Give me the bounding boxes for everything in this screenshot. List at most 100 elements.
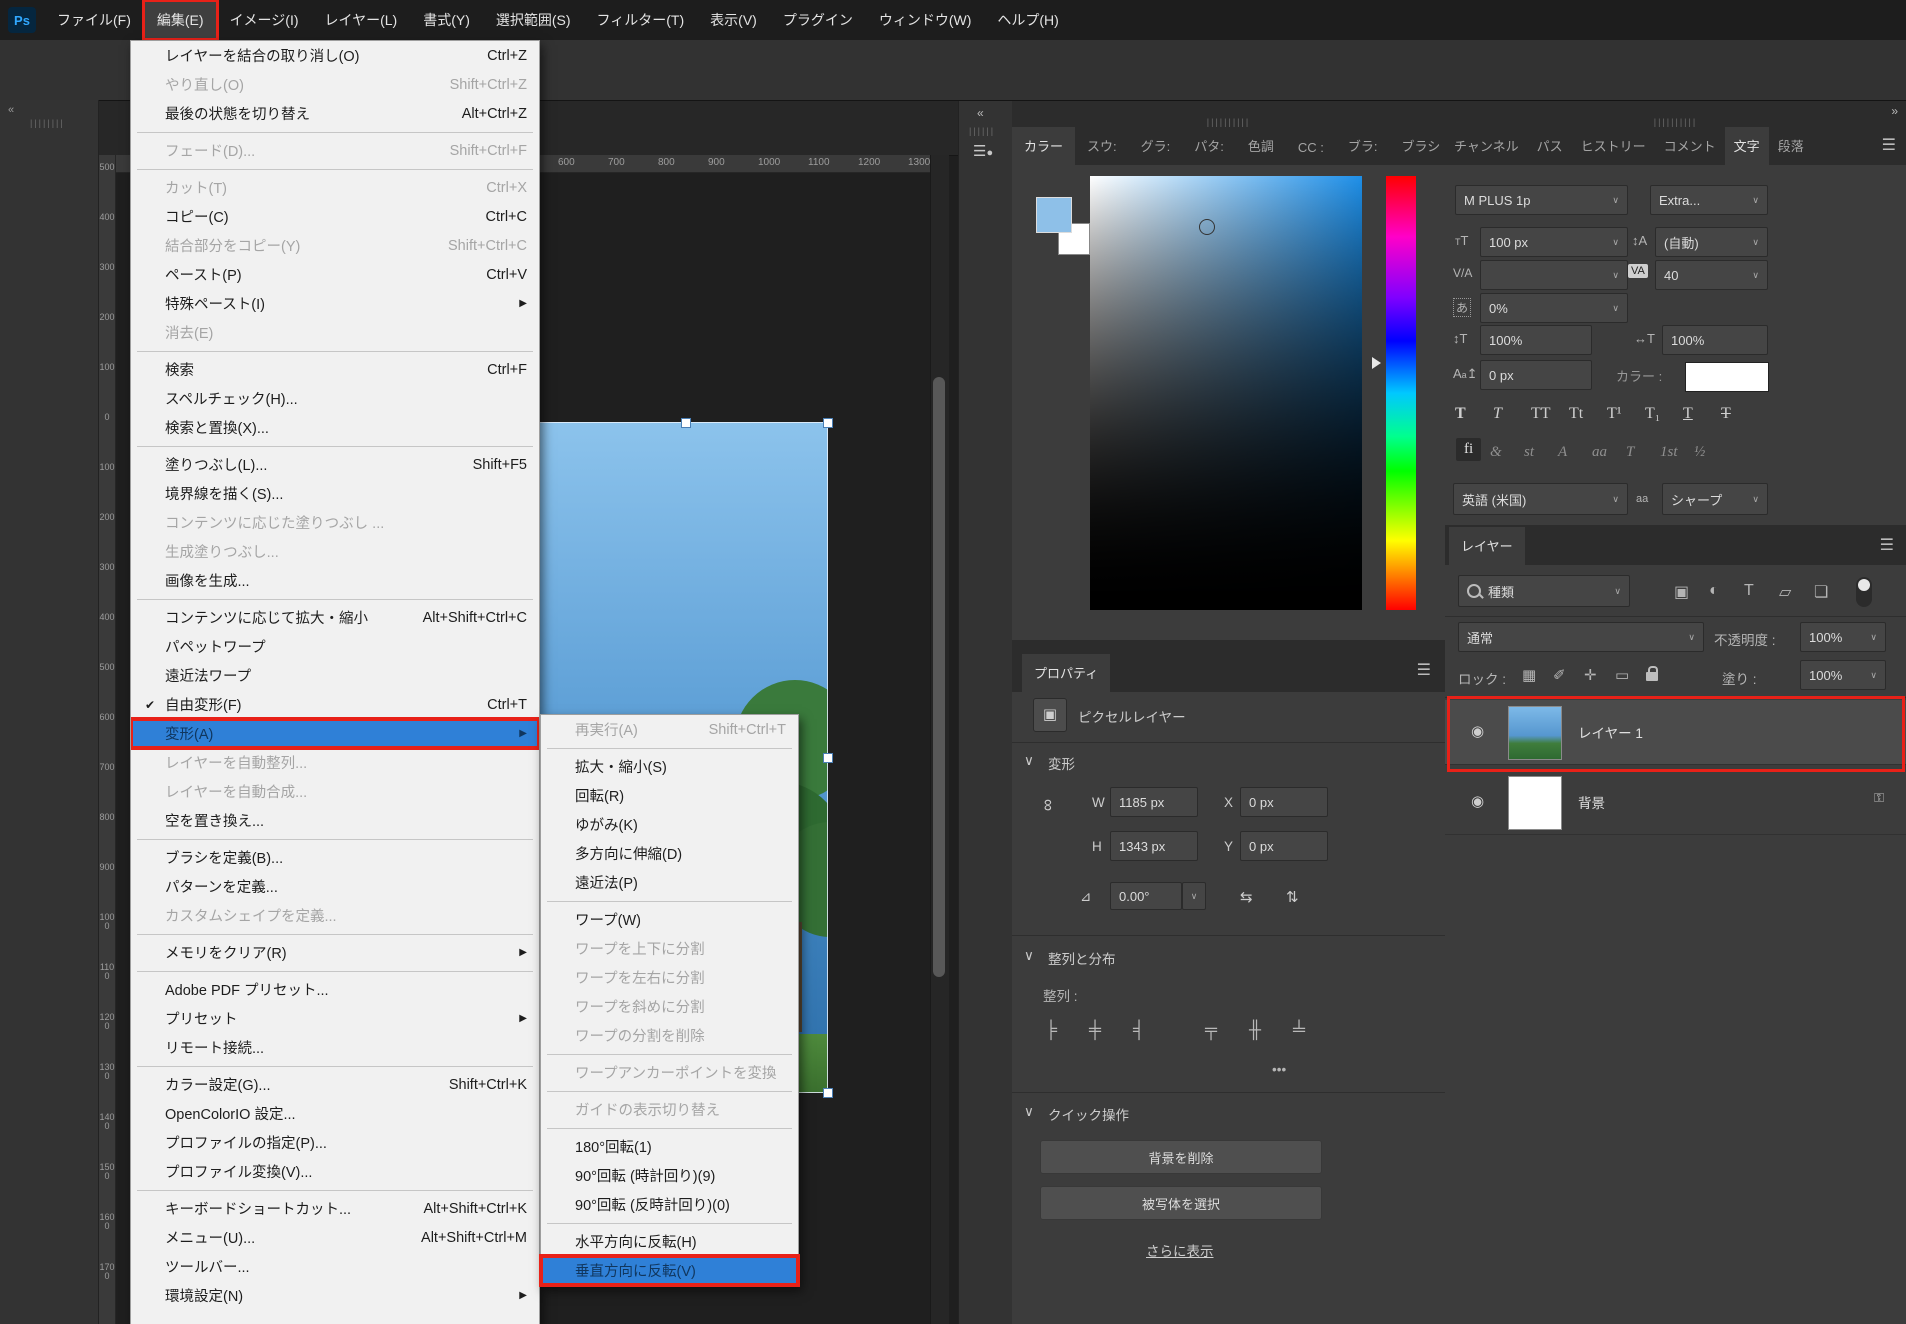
menubar-item[interactable]: ウィンドウ(W) [866,1,985,39]
hue-strip[interactable] [1386,176,1416,610]
menu-item[interactable]: 検索と置換(X)... [131,413,539,442]
menu-item[interactable]: レイヤーを自動合成... [131,777,539,806]
tab-グラ:[interactable]: グラ: [1129,127,1183,165]
text-style-italic-icon[interactable]: T [1493,405,1502,423]
menubar-item[interactable]: 書式(Y) [410,1,483,39]
menu-item[interactable]: 空を置き換え... [131,806,539,835]
menu-item[interactable]: 結合部分をコピー(Y)Shift+Ctrl+C [131,231,539,260]
menu-item[interactable]: 特殊ペースト(I)▶ [131,289,539,318]
menu-item[interactable]: ブラシを定義(B)... [131,843,539,872]
tracking-dropdown[interactable]: 40∨ [1655,260,1768,290]
menu-item[interactable]: OpenColorIO 設定... [131,1099,539,1128]
language-dropdown[interactable]: 英語 (米国)∨ [1453,483,1628,515]
tsume-dropdown[interactable]: 0%∨ [1480,293,1628,323]
menu-item[interactable]: 90°回転 (時計回り)(9) [541,1161,798,1190]
align-horizontal-centers-icon[interactable]: ╪ [1089,1020,1101,1040]
height-field[interactable]: 1343 px [1110,831,1198,861]
align-top-edges-icon[interactable]: ╤ [1205,1020,1217,1040]
antialias-dropdown[interactable]: シャープ∨ [1662,483,1768,515]
opentype-titling-icon[interactable]: T [1626,444,1634,461]
menu-item[interactable]: ツールバー... [131,1252,539,1281]
menu-item[interactable]: カット(T)Ctrl+X [131,173,539,202]
hue-slider-arrow[interactable] [1372,357,1381,369]
tab-文字[interactable]: 文字 [1725,127,1769,165]
tab-スウ:[interactable]: スウ: [1075,127,1129,165]
text-style-subscript-icon[interactable]: T₁ [1645,405,1660,423]
filter-toggle[interactable] [1856,577,1872,607]
menubar-item[interactable]: フィルター(T) [584,1,698,39]
tab-properties[interactable]: プロパティ [1022,654,1110,692]
layer-filter-dropdown[interactable]: 種類∨ [1458,575,1630,607]
tab-ヒストリー[interactable]: ヒストリー [1572,127,1655,165]
tab-layers[interactable]: レイヤー [1449,527,1525,565]
lock-position-icon[interactable]: ✛ [1584,666,1597,684]
x-field[interactable]: 0 px [1240,787,1328,817]
menu-item[interactable]: 水平方向に反転(H) [541,1227,798,1256]
color-panel-fg-swatch[interactable] [1036,197,1072,233]
panel-menu-icon[interactable]: ☰ [1882,135,1896,165]
transform-handle-right[interactable] [823,753,833,763]
menu-item[interactable]: 環境設定(N)▶ [131,1281,539,1310]
tab-ブラ:[interactable]: ブラ: [1336,127,1390,165]
menu-item[interactable]: 90°回転 (反時計回り)(0) [541,1190,798,1219]
menu-item[interactable]: レイヤーを自動整列... [131,748,539,777]
font-family-dropdown[interactable]: M PLUS 1p∨ [1455,185,1628,215]
opentype-fractions-icon[interactable]: ½ [1694,444,1705,461]
menu-item[interactable]: 消去(E) [131,318,539,347]
menu-item[interactable]: パペットワープ [131,632,539,661]
angle-dropdown[interactable]: ∨ [1182,882,1206,910]
blend-mode-dropdown[interactable]: 通常∨ [1458,622,1704,652]
menu-item[interactable]: やり直し(O)Shift+Ctrl+Z [131,70,539,99]
menu-item[interactable]: ワープを斜めに分割 [541,992,798,1021]
flip-horizontal-icon[interactable]: ⇆ [1240,888,1253,906]
menubar-item[interactable]: イメージ(I) [217,1,312,39]
transform-handle-top-right[interactable] [823,418,833,428]
menubar-item[interactable]: レイヤー(L) [312,1,411,39]
flip-vertical-icon[interactable]: ⇅ [1286,888,1299,906]
menubar-item[interactable]: プラグイン [770,1,866,39]
tab-チャンネル[interactable]: チャンネル [1445,127,1528,165]
collapse-toolbar-icon[interactable]: « [8,104,14,116]
transform-handle-top[interactable] [681,418,691,428]
tab-段落[interactable]: 段落 [1769,127,1813,165]
menu-item[interactable]: コピー(C)Ctrl+C [131,202,539,231]
menubar-item[interactable]: 編集(E) [144,1,217,39]
vertical-scale-field[interactable]: 100% [1480,325,1592,355]
menu-item[interactable]: プロファイル変換(V)... [131,1157,539,1186]
text-style-all-caps-icon[interactable]: TT [1531,405,1551,423]
menu-item[interactable]: 遠近法ワープ [131,661,539,690]
menu-item[interactable]: ワープを左右に分割 [541,963,798,992]
opacity-dropdown[interactable]: 100%∨ [1800,622,1886,652]
menu-item[interactable]: パターンを定義... [131,872,539,901]
opentype-stylistic-alternates-icon[interactable]: A [1558,444,1567,461]
menu-item[interactable]: 再実行(A)Shift+Ctrl+T [541,715,798,744]
tab-コメント[interactable]: コメント [1655,127,1725,165]
menu-item[interactable]: リモート接続... [131,1033,539,1062]
layers-menu-icon[interactable]: ☰ [1880,535,1894,565]
layer-filter-shape-icon[interactable]: ▱ [1779,582,1791,602]
align-more-icon[interactable]: ••• [1272,1062,1286,1077]
tab-ブラシ[interactable]: ブラシ [1390,127,1453,165]
align-section-chevron[interactable]: ∨ [1024,948,1034,964]
expand-dock-icon[interactable]: « [977,106,984,120]
text-style-bold-icon[interactable]: T [1455,405,1466,423]
text-style-superscript-icon[interactable]: T¹ [1607,405,1622,423]
align-vertical-centers-icon[interactable]: ╫ [1249,1020,1261,1040]
menu-item[interactable]: カラー設定(G)...Shift+Ctrl+K [131,1070,539,1099]
menu-item[interactable]: ガイドの表示切り替え [541,1095,798,1124]
align-left-edges-icon[interactable]: ╞ [1045,1020,1057,1040]
select-subject-button[interactable]: 被写体を選択 [1040,1186,1322,1220]
menu-item[interactable]: スペルチェック(H)... [131,384,539,413]
text-style-strikethrough-icon[interactable]: T [1721,405,1731,423]
menu-item[interactable]: メニュー(U)...Alt+Shift+Ctrl+M [131,1223,539,1252]
transform-section-chevron[interactable]: ∨ [1024,753,1034,769]
menu-item[interactable]: コンテンツに応じて拡大・縮小Alt+Shift+Ctrl+C [131,603,539,632]
transform-handle-bottom-right[interactable] [823,1088,833,1098]
menubar-item[interactable]: ヘルプ(H) [984,1,1071,39]
menu-item[interactable]: 画像を生成... [131,566,539,595]
y-field[interactable]: 0 px [1240,831,1328,861]
tab-パス[interactable]: パス [1528,127,1572,165]
tab-カラー[interactable]: カラー [1012,127,1075,165]
menu-item[interactable]: ゆがみ(K) [541,810,798,839]
layer-filter-type-icon[interactable]: T [1744,582,1754,600]
